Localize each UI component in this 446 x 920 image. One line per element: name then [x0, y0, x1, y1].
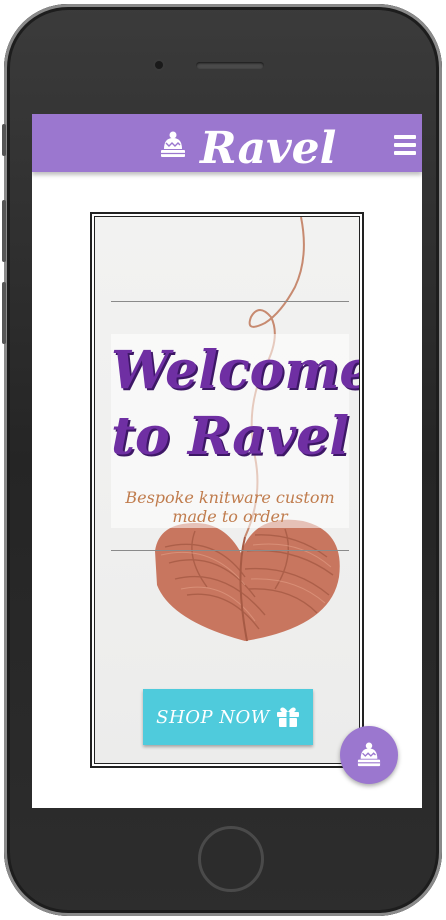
home-button[interactable] [198, 826, 264, 892]
hero-background: Welcome to Ravel Bespoke knitware custom… [94, 216, 360, 764]
shop-now-label: SHOP NOW [156, 706, 270, 728]
front-camera [155, 61, 163, 69]
bottom-divider [111, 550, 349, 551]
tagline: Bespoke knitware custom made to order [125, 488, 335, 526]
welcome-line-1: Welcome [111, 340, 360, 401]
top-divider [111, 301, 349, 302]
welcome-heading: Welcome to Ravel [111, 334, 360, 470]
hero-card: Welcome to Ravel Bespoke knitware custom… [90, 212, 364, 768]
welcome-line-2: to Ravel [111, 406, 349, 467]
volume-down-button [2, 282, 6, 344]
volume-up-button [2, 200, 6, 262]
mute-switch [2, 124, 6, 156]
shop-now-button[interactable]: SHOP NOW [143, 689, 313, 745]
brand-logo[interactable]: Ravel [160, 120, 337, 174]
beanie-hat-icon [161, 131, 185, 157]
brand-name: Ravel [200, 123, 337, 174]
earpiece-speaker [196, 62, 264, 69]
welcome-panel: Welcome to Ravel Bespoke knitware custom… [111, 334, 360, 528]
app-screen: Ravel Welcome to Ravel Bespoke knitware … [32, 114, 422, 808]
beanie-hat-icon [357, 742, 381, 767]
hamburger-menu-icon[interactable] [394, 135, 416, 155]
top-navbar: Ravel [32, 114, 422, 172]
floating-action-button[interactable] [340, 726, 398, 784]
gift-icon [276, 707, 299, 727]
